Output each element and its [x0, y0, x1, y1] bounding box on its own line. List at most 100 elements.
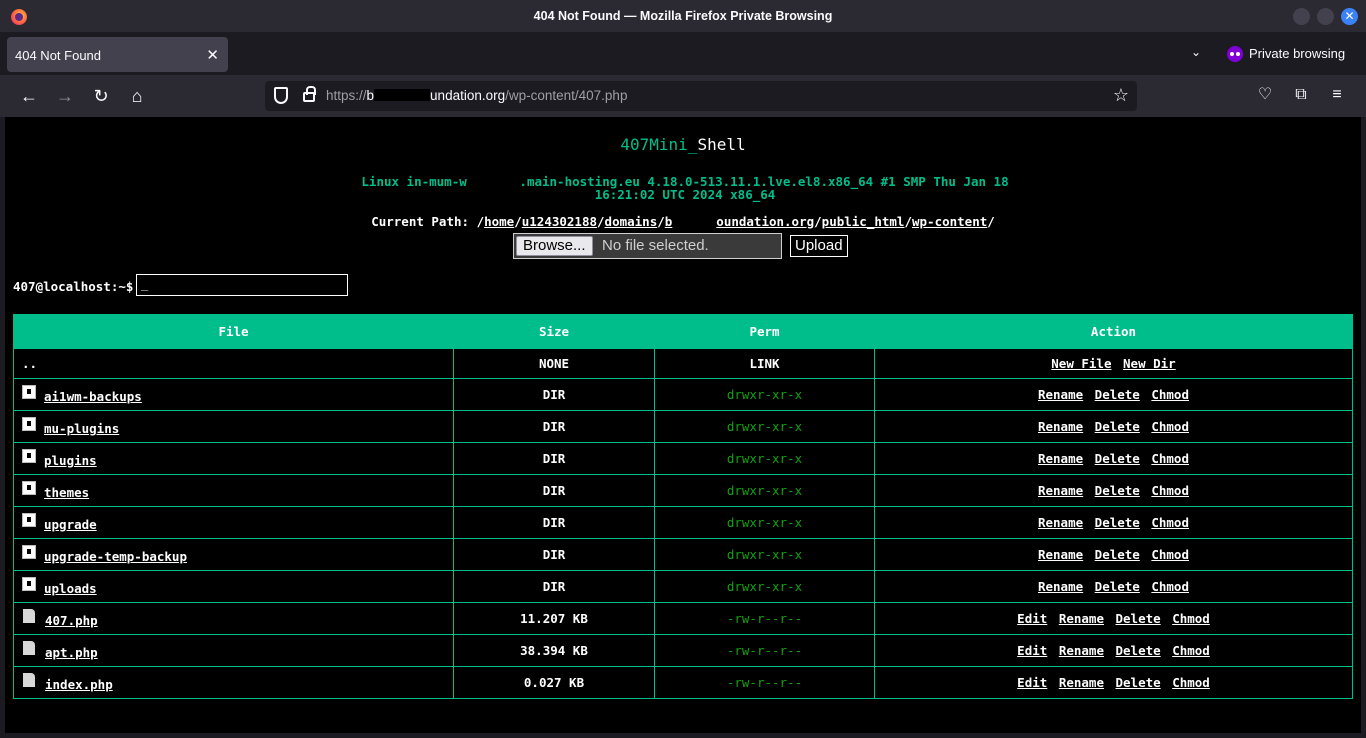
bookmark-star-icon[interactable]: ☆ — [1113, 85, 1129, 106]
file-perm[interactable]: drwxr-xr-x — [654, 506, 875, 539]
maximize-button[interactable] — [1317, 8, 1334, 25]
rename-link[interactable]: Rename — [1059, 643, 1104, 658]
command-input[interactable]: _ — [136, 274, 348, 296]
chmod-link[interactable]: Chmod — [1172, 675, 1210, 690]
rename-link[interactable]: Rename — [1038, 451, 1083, 466]
delete-link[interactable]: Delete — [1095, 547, 1140, 562]
forward-arrow-icon[interactable]: → — [54, 85, 76, 107]
delete-link[interactable]: Delete — [1116, 675, 1161, 690]
file-name-link[interactable]: upgrade-temp-backup — [44, 549, 187, 564]
file-name-link[interactable]: uploads — [44, 581, 97, 596]
path-segment[interactable]: u124302188 — [522, 214, 597, 229]
delete-link[interactable]: Delete — [1116, 643, 1161, 658]
back-arrow-icon[interactable]: ← — [18, 85, 40, 107]
folder-icon — [22, 577, 36, 591]
url-path: /wp-content/407.php — [505, 88, 628, 103]
chmod-link[interactable]: Chmod — [1151, 387, 1189, 402]
file-name-link[interactable]: themes — [44, 485, 89, 500]
chmod-link[interactable]: Chmod — [1151, 579, 1189, 594]
rename-link[interactable]: Rename — [1038, 515, 1083, 530]
window-titlebar: 404 Not Found — Mozilla Firefox Private … — [0, 0, 1366, 33]
file-name-link[interactable]: upgrade — [44, 517, 97, 532]
delete-link[interactable]: Delete — [1095, 483, 1140, 498]
pocket-icon[interactable]: ♡ — [1255, 85, 1275, 105]
file-perm[interactable]: drwxr-xr-x — [654, 474, 875, 507]
rename-link[interactable]: Rename — [1038, 387, 1083, 402]
chmod-link[interactable]: Chmod — [1151, 451, 1189, 466]
parent-dir-name[interactable]: .. — [13, 348, 454, 379]
browse-button[interactable]: Browse... — [516, 236, 593, 256]
path-segment[interactable]: b oundation.org — [665, 214, 814, 229]
file-name-link[interactable]: apt.php — [45, 645, 98, 660]
edit-link[interactable]: Edit — [1017, 675, 1047, 690]
file-size: DIR — [453, 442, 655, 475]
chmod-link[interactable]: Chmod — [1172, 643, 1210, 658]
chmod-link[interactable]: Chmod — [1151, 515, 1189, 530]
rename-link[interactable]: Rename — [1038, 579, 1083, 594]
file-perm[interactable]: drwxr-xr-x — [654, 442, 875, 475]
window-title: 404 Not Found — Mozilla Firefox Private … — [533, 9, 833, 23]
file-perm[interactable]: -rw-r--r-- — [654, 666, 875, 699]
path-segment[interactable]: domains — [605, 214, 658, 229]
table-row: mu-plugins DIR drwxr-xr-x Rename Delete Chm… — [13, 410, 1353, 443]
path-segment[interactable]: home — [484, 214, 514, 229]
tab-close-icon[interactable]: ✕ — [206, 46, 219, 64]
url-host-start: b — [366, 88, 375, 103]
tab-active[interactable]: 404 Not Found ✕ — [7, 37, 228, 72]
url-text[interactable]: https://b undation.org/wp-content/407.php — [326, 88, 627, 103]
column-header-perm: Perm — [654, 314, 875, 349]
delete-link[interactable]: Delete — [1095, 579, 1140, 594]
lock-icon[interactable] — [303, 86, 316, 102]
file-perm[interactable]: -rw-r--r-- — [654, 602, 875, 635]
edit-link[interactable]: Edit — [1017, 643, 1047, 658]
file-name-link[interactable]: plugins — [44, 453, 97, 468]
menu-hamburger-icon[interactable]: ≡ — [1327, 85, 1347, 105]
extensions-icon[interactable]: ⧉ — [1291, 85, 1311, 105]
delete-link[interactable]: Delete — [1116, 611, 1161, 626]
home-icon[interactable]: ⌂ — [126, 85, 148, 107]
new-file-link[interactable]: New File — [1051, 356, 1111, 371]
list-all-tabs-chevron-icon[interactable]: ⌄ — [1191, 45, 1201, 59]
chmod-link[interactable]: Chmod — [1172, 611, 1210, 626]
file-name-link[interactable]: mu-plugins — [44, 421, 119, 436]
chmod-link[interactable]: Chmod — [1151, 419, 1189, 434]
file-perm[interactable]: drwxr-xr-x — [654, 410, 875, 443]
file-input[interactable]: Browse... No file selected. — [513, 233, 782, 259]
edit-link[interactable]: Edit — [1017, 611, 1047, 626]
table-row: upgrade DIR drwxr-xr-x Rename Delete Chmod — [13, 506, 1353, 539]
url-bar[interactable]: https://b undation.org/wp-content/407.php… — [265, 81, 1137, 111]
delete-link[interactable]: Delete — [1095, 419, 1140, 434]
rename-link[interactable]: Rename — [1059, 675, 1104, 690]
file-name-cell: 407.php — [13, 602, 454, 635]
file-name-link[interactable]: index.php — [45, 677, 113, 692]
rename-link[interactable]: Rename — [1059, 611, 1104, 626]
page-content: 407Mini_Shell Linux in-mum-w .main-hosti… — [5, 117, 1361, 733]
no-file-label: No file selected. — [602, 237, 709, 254]
close-window-button[interactable]: ✕ — [1341, 8, 1358, 25]
url-host-end: undation.org — [430, 88, 506, 103]
path-segment[interactable]: wp-content — [912, 214, 987, 229]
upload-button[interactable]: Upload — [790, 235, 848, 257]
file-icon — [23, 673, 35, 687]
file-perm[interactable]: -rw-r--r-- — [654, 634, 875, 667]
rename-link[interactable]: Rename — [1038, 483, 1083, 498]
delete-link[interactable]: Delete — [1095, 515, 1140, 530]
minimize-button[interactable] — [1293, 8, 1310, 25]
path-segment[interactable]: public_html — [822, 214, 905, 229]
reload-icon[interactable]: ↻ — [90, 85, 112, 107]
file-name-link[interactable]: 407.php — [45, 613, 98, 628]
chmod-link[interactable]: Chmod — [1151, 547, 1189, 562]
delete-link[interactable]: Delete — [1095, 387, 1140, 402]
chmod-link[interactable]: Chmod — [1151, 483, 1189, 498]
file-name-link[interactable]: ai1wm-backups — [44, 389, 142, 404]
file-size: DIR — [453, 410, 655, 443]
delete-link[interactable]: Delete — [1095, 451, 1140, 466]
rename-link[interactable]: Rename — [1038, 419, 1083, 434]
file-perm[interactable]: drwxr-xr-x — [654, 378, 875, 411]
folder-icon — [22, 417, 36, 431]
rename-link[interactable]: Rename — [1038, 547, 1083, 562]
tracking-shield-icon[interactable] — [274, 87, 288, 104]
new-dir-link[interactable]: New Dir — [1123, 356, 1176, 371]
file-perm[interactable]: drwxr-xr-x — [654, 570, 875, 603]
file-perm[interactable]: drwxr-xr-x — [654, 538, 875, 571]
